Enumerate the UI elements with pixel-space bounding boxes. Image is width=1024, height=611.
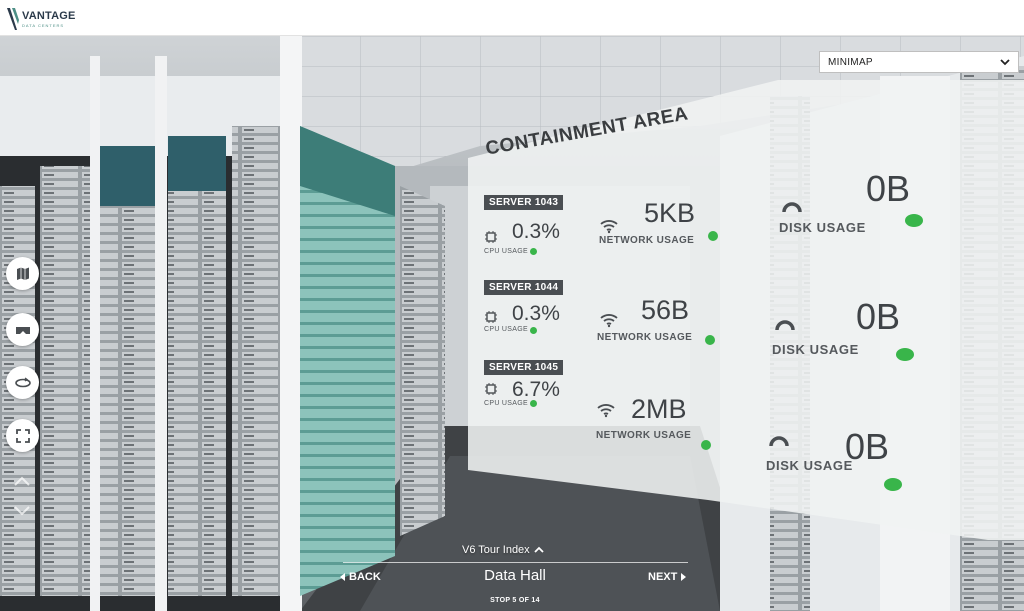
network-value-1045: 2MB <box>631 394 687 424</box>
logo-subtitle: DATA CENTERS <box>22 22 65 28</box>
tour-divider <box>343 562 688 563</box>
disk-label-1043: DISK USAGE <box>779 220 866 235</box>
caret-left-icon <box>340 573 345 581</box>
vr-mode-button[interactable] <box>6 313 39 346</box>
server-tag-1045: SERVER 1045 <box>484 360 564 375</box>
chevron-up-icon <box>534 546 544 553</box>
network-value-1043: 5KB <box>644 198 696 228</box>
chevron-down-icon <box>1000 59 1010 66</box>
disk-status-dot <box>905 214 923 227</box>
containment-area-panel: CONTAINMENT AREA SERVER 1043 0.3% CPU US… <box>468 80 1024 540</box>
cpu-chip-icon <box>485 311 497 323</box>
vantage-logo[interactable]: VANTAGE DATA CENTERS <box>6 5 76 33</box>
logo-mark-icon <box>7 8 19 30</box>
cpu-status-dot <box>530 248 537 255</box>
vr-headset-icon <box>15 326 30 334</box>
minimap-label: MINIMAP <box>828 56 873 68</box>
cpu-value-1045: 6.7% <box>512 378 560 401</box>
server-tag-1043: SERVER 1043 <box>484 195 564 210</box>
cpu-status-dot <box>530 327 537 334</box>
tour-index-toggle[interactable]: V6 Tour Index <box>462 544 544 556</box>
caret-right-icon <box>681 573 687 581</box>
minimap-dropdown[interactable]: MINIMAP <box>819 51 1019 73</box>
cpu-chip-icon <box>485 231 497 243</box>
network-label-1045: NETWORK USAGE <box>596 430 692 441</box>
cpu-label-1043: CPU USAGE <box>484 248 528 255</box>
disk-gauge-icon <box>769 436 789 447</box>
next-button[interactable]: NEXT <box>648 571 687 583</box>
cpu-value-1043: 0.3% <box>512 220 560 243</box>
disk-label-1045: DISK USAGE <box>766 458 853 473</box>
map-button[interactable] <box>6 257 39 290</box>
map-icon <box>16 267 29 280</box>
stop-count: STOP 5 OF 14 <box>490 597 540 604</box>
network-label-1044: NETWORK USAGE <box>597 332 693 343</box>
back-label: BACK <box>349 571 381 583</box>
disk-gauge-icon <box>782 202 802 213</box>
network-status-dot <box>701 440 711 450</box>
stop-title: Data Hall <box>484 567 546 584</box>
network-status-dot <box>705 335 715 345</box>
next-label: NEXT <box>648 571 678 583</box>
disk-value-1044: 0B <box>856 296 901 337</box>
logo-name: VANTAGE <box>22 9 76 22</box>
rotate-360-button[interactable] <box>6 366 39 399</box>
cpu-value-1044: 0.3% <box>512 302 560 325</box>
disk-value-1043: 0B <box>866 168 911 209</box>
wifi-icon <box>597 404 615 418</box>
server-tag-1044: SERVER 1044 <box>484 280 564 295</box>
tour-index-label: V6 Tour Index <box>462 544 530 556</box>
fullscreen-button[interactable] <box>6 419 39 452</box>
disk-gauge-icon <box>775 320 795 331</box>
network-status-dot <box>708 231 718 241</box>
network-value-1044: 56B <box>641 295 690 325</box>
cpu-chip-icon <box>485 383 497 395</box>
back-button[interactable]: BACK <box>340 571 381 583</box>
network-label-1043: NETWORK USAGE <box>599 235 695 246</box>
disk-status-dot <box>884 478 902 491</box>
disk-label-1044: DISK USAGE <box>772 342 859 357</box>
rotate-360-icon <box>14 376 31 387</box>
wifi-icon <box>600 220 618 234</box>
cpu-label-1045: CPU USAGE <box>484 400 528 407</box>
cpu-status-dot <box>530 400 537 407</box>
wifi-icon <box>600 314 618 328</box>
top-bar: VANTAGE DATA CENTERS <box>0 0 1024 36</box>
disk-status-dot <box>896 348 914 361</box>
up-down-arrows-icon[interactable] <box>12 475 32 517</box>
fullscreen-icon <box>15 428 30 443</box>
cpu-label-1044: CPU USAGE <box>484 326 528 333</box>
